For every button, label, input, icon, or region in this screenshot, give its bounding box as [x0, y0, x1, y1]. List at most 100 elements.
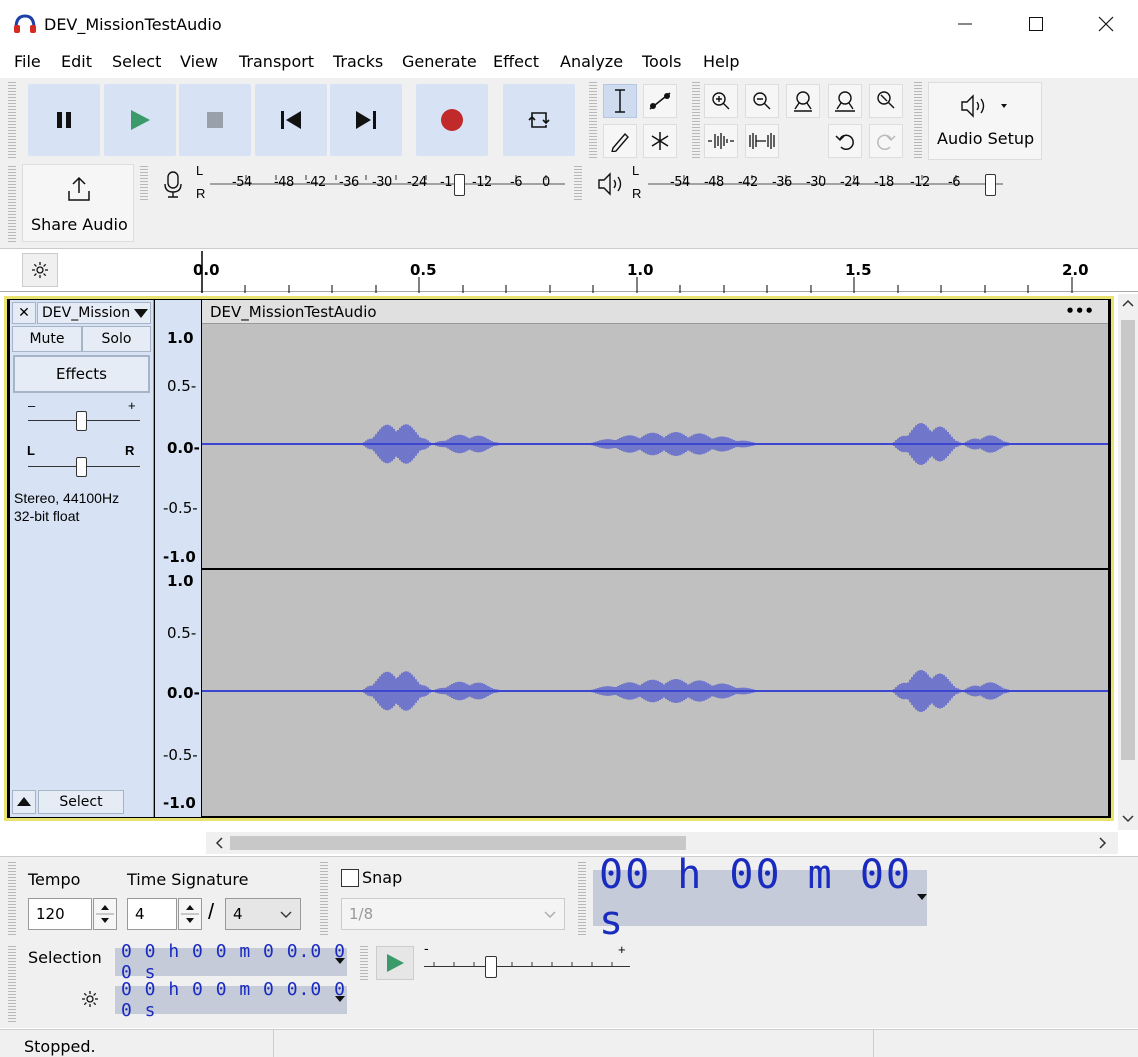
status-divider [273, 1030, 274, 1057]
skip-to-end-button[interactable] [330, 84, 402, 156]
trim-audio-button[interactable] [704, 124, 738, 158]
speaker-icon[interactable] [597, 171, 625, 197]
share-audio-toolbar-grip[interactable] [8, 166, 16, 242]
tools-toolbar-grip[interactable] [589, 82, 597, 158]
fit-selection-button[interactable] [786, 84, 820, 118]
vertical-scrollbar[interactable] [1118, 294, 1138, 830]
time-signature-denominator-select[interactable]: 4 [225, 898, 301, 930]
stop-button[interactable] [179, 84, 251, 156]
time-format-dropdown-icon[interactable] [335, 958, 345, 966]
play-button[interactable] [104, 84, 176, 156]
time-signature-numerator-input[interactable]: 4 [127, 898, 177, 930]
timeline-ruler[interactable]: 0.0 0.5 1.0 1.5 2.0 [0, 248, 1138, 293]
scroll-left-icon[interactable] [214, 837, 224, 849]
play-meter-grip[interactable] [574, 166, 582, 202]
horizontal-scrollbar[interactable] [206, 832, 1118, 854]
selection-toolbar-grip[interactable] [8, 946, 16, 1022]
record-level-slider-handle[interactable] [454, 174, 465, 196]
selection-options-button[interactable] [76, 986, 104, 1012]
scroll-down-icon[interactable] [1122, 814, 1134, 824]
transport-toolbar-grip[interactable] [8, 82, 16, 158]
snap-toolbar-grip[interactable] [320, 862, 328, 936]
audio-setup-toolbar-grip[interactable] [914, 82, 922, 158]
ruler-label: 0.0 [193, 261, 220, 279]
time-toolbar-grip[interactable] [578, 862, 586, 936]
audio-setup-button[interactable]: Audio Setup [928, 82, 1042, 160]
pause-button[interactable] [28, 84, 100, 156]
mute-button[interactable]: Mute [12, 326, 82, 352]
selection-tool[interactable] [603, 84, 637, 118]
zoom-in-button[interactable] [704, 84, 738, 118]
menu-effect[interactable]: Effect [493, 52, 539, 71]
gain-slider-handle[interactable] [76, 411, 87, 431]
minimize-button[interactable] [930, 0, 1000, 48]
draw-tool[interactable] [603, 124, 637, 158]
menu-help[interactable]: Help [703, 52, 739, 71]
waveform-channel-left[interactable] [201, 324, 1108, 568]
envelope-tool[interactable] [643, 84, 677, 118]
menu-tools[interactable]: Tools [642, 52, 681, 71]
record-button[interactable] [416, 84, 488, 156]
track-close-button[interactable]: ✕ [12, 302, 36, 324]
ruler-label: 0.5 [410, 261, 437, 279]
time-format-dropdown-icon[interactable] [917, 894, 927, 902]
selection-end-time[interactable]: 0 0 h 0 0 m 0 0.0 0 0 s [115, 979, 347, 1021]
snap-checkbox[interactable] [341, 869, 359, 887]
play-at-speed-button[interactable] [376, 946, 414, 980]
skip-to-start-button[interactable] [255, 84, 327, 156]
record-meter-grip[interactable] [140, 166, 148, 202]
multi-tool[interactable] [643, 124, 677, 158]
undo-button[interactable] [828, 124, 862, 158]
record-meter[interactable]: -54 -48 -42 -36 -30 -24 -1 -12 -6 0 [210, 166, 565, 206]
microphone-icon[interactable] [160, 170, 186, 200]
maximize-button[interactable] [1001, 0, 1071, 48]
share-audio-button[interactable]: Share Audio [22, 164, 134, 242]
tempo-spinner[interactable] [93, 898, 117, 930]
tempo-input[interactable]: 120 [28, 898, 92, 930]
track-control-panel[interactable]: ✕ DEV_Mission Mute Solo Effects – + L R … [10, 300, 154, 817]
scroll-up-icon[interactable] [1122, 298, 1134, 308]
zoom-out-button[interactable] [745, 84, 779, 118]
loop-button[interactable] [503, 84, 575, 156]
play-meter[interactable]: -54 -48 -42 -36 -30 -24 -18 -12 -6 [648, 166, 1003, 206]
edit-toolbar-grip[interactable] [692, 82, 700, 158]
select-track-button[interactable]: Select [38, 790, 124, 814]
scroll-right-icon[interactable] [1098, 837, 1108, 849]
redo-button[interactable] [869, 124, 903, 158]
menu-select[interactable]: Select [112, 52, 161, 71]
zoom-toggle-button[interactable] [869, 84, 903, 118]
time-signature-toolbar-grip[interactable] [8, 862, 16, 936]
time-format-dropdown-icon[interactable] [335, 996, 345, 1004]
menu-analyze[interactable]: Analyze [560, 52, 623, 71]
clip-menu-button[interactable]: ••• [1065, 302, 1094, 320]
silence-audio-button[interactable] [745, 124, 779, 158]
speed-slider-handle[interactable] [485, 956, 497, 978]
fit-project-button[interactable] [828, 84, 862, 118]
amplitude-label: -0.5- [163, 746, 198, 764]
time-display[interactable]: 00 h 00 m 00 s [593, 852, 927, 944]
menu-file[interactable]: File [14, 52, 41, 71]
play-at-speed-grip[interactable] [360, 946, 368, 980]
play-level-slider-handle[interactable] [985, 174, 996, 196]
numerator-spinner[interactable] [178, 898, 202, 930]
amplitude-ruler[interactable]: 1.0 0.5- 0.0- -0.5- -1.0 1.0 0.5- 0.0- -… [155, 300, 201, 817]
selection-start-time[interactable]: 0 0 h 0 0 m 0 0.0 0 0 s [115, 941, 347, 983]
solo-button[interactable]: Solo [82, 326, 151, 352]
play-meter-tick: -48 [704, 175, 724, 190]
clip-header[interactable]: DEV_MissionTestAudio ••• [202, 300, 1108, 324]
menu-generate[interactable]: Generate [402, 52, 477, 71]
minimize-icon [958, 23, 972, 25]
vertical-scroll-thumb[interactable] [1121, 320, 1135, 760]
snap-value-select[interactable]: 1/8 [341, 898, 565, 930]
menu-transport[interactable]: Transport [239, 52, 314, 71]
horizontal-scroll-thumb[interactable] [230, 836, 686, 850]
menu-tracks[interactable]: Tracks [333, 52, 383, 71]
close-button[interactable] [1071, 0, 1138, 48]
pan-slider-handle[interactable] [76, 457, 87, 477]
effects-button[interactable]: Effects [13, 355, 150, 393]
track-name-menu[interactable]: DEV_Mission [37, 302, 151, 324]
menu-edit[interactable]: Edit [61, 52, 92, 71]
collapse-track-button[interactable] [12, 790, 36, 814]
menu-view[interactable]: View [180, 52, 218, 71]
waveform-channel-right[interactable] [201, 570, 1108, 816]
